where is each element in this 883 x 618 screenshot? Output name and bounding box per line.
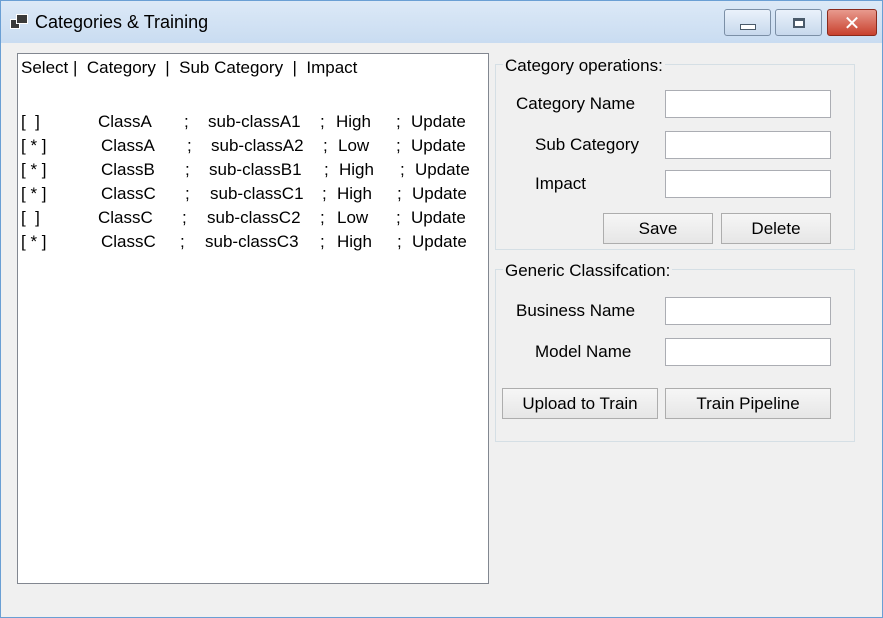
- generic-classification-legend: Generic Classifcation:: [503, 261, 673, 281]
- upload-to-train-button[interactable]: Upload to Train: [502, 388, 658, 419]
- row-update[interactable]: Update: [412, 232, 467, 252]
- row-category: ClassA: [98, 112, 152, 131]
- row-separator: ;: [396, 112, 401, 131]
- row-separator: ;: [397, 232, 402, 251]
- row-separator: ;: [185, 184, 190, 203]
- row-separator: ;: [397, 184, 402, 203]
- row-sub-category: sub-classA2: [211, 136, 304, 155]
- row-category: ClassC: [101, 184, 156, 203]
- row-separator: ;: [185, 160, 190, 179]
- impact-label: Impact: [535, 174, 587, 193]
- sub-category-label: Sub Category: [535, 135, 639, 154]
- maximize-button[interactable]: [775, 9, 822, 36]
- row-select[interactable]: [ * ]: [21, 136, 47, 156]
- maximize-icon: [792, 17, 805, 28]
- row-impact: High: [339, 160, 374, 179]
- sub-category-input[interactable]: [665, 131, 831, 159]
- business-name-input[interactable]: [665, 297, 831, 325]
- row-sub-category: sub-classC1: [210, 184, 304, 203]
- row-impact: High: [337, 184, 372, 203]
- row-update[interactable]: Update: [415, 160, 470, 180]
- row-separator: ;: [320, 208, 325, 227]
- minimize-icon: [739, 23, 756, 30]
- save-button[interactable]: Save: [603, 213, 713, 244]
- row-impact: Low: [337, 208, 369, 227]
- close-icon: ✕: [843, 10, 861, 35]
- window-title: Categories & Training: [35, 12, 209, 32]
- category-name-label: Category Name: [516, 94, 636, 113]
- row-separator: ;: [180, 232, 185, 251]
- row-impact: High: [336, 112, 371, 131]
- row-update[interactable]: Update: [411, 208, 466, 228]
- row-separator: ;: [400, 160, 405, 179]
- row-update[interactable]: Update: [411, 136, 466, 156]
- row-update[interactable]: Update: [411, 112, 466, 132]
- row-select[interactable]: [ * ]: [21, 184, 47, 204]
- row-select[interactable]: [ ]: [21, 112, 40, 132]
- row-category: ClassA: [101, 136, 155, 155]
- row-separator: ;: [323, 136, 328, 155]
- row-sub-category: sub-classA1: [208, 112, 301, 131]
- row-select[interactable]: [ * ]: [21, 232, 47, 252]
- row-separator: ;: [184, 112, 189, 131]
- list-header: Select | Category | Sub Category | Impac…: [21, 58, 358, 77]
- business-name-label: Business Name: [516, 301, 636, 320]
- row-select[interactable]: [ * ]: [21, 160, 47, 180]
- train-pipeline-button[interactable]: Train Pipeline: [665, 388, 831, 419]
- row-separator: ;: [396, 136, 401, 155]
- row-impact: High: [337, 232, 372, 251]
- row-sub-category: sub-classC3: [205, 232, 299, 251]
- row-select[interactable]: [ ]: [21, 208, 40, 228]
- title-bar[interactable]: Categories & Training ✕: [1, 1, 882, 43]
- category-name-input[interactable]: [665, 90, 831, 118]
- row-separator: ;: [182, 208, 187, 227]
- category-listbox[interactable]: Select | Category | Sub Category | Impac…: [17, 53, 489, 584]
- row-sub-category: sub-classC2: [207, 208, 301, 227]
- main-window: Categories & Training ✕ Select | Categor…: [0, 0, 883, 618]
- app-window-icon: [10, 14, 28, 30]
- row-separator: ;: [396, 208, 401, 227]
- row-category: ClassC: [101, 232, 156, 251]
- category-operations-legend: Category operations:: [503, 56, 665, 76]
- row-category: ClassC: [98, 208, 153, 227]
- row-sub-category: sub-classB1: [209, 160, 302, 179]
- row-separator: ;: [320, 112, 325, 131]
- row-category: ClassB: [101, 160, 155, 179]
- row-separator: ;: [322, 184, 327, 203]
- impact-input[interactable]: [665, 170, 831, 198]
- model-name-input[interactable]: [665, 338, 831, 366]
- delete-button[interactable]: Delete: [721, 213, 831, 244]
- row-impact: Low: [338, 136, 370, 155]
- row-separator: ;: [187, 136, 192, 155]
- minimize-button[interactable]: [724, 9, 771, 36]
- close-button[interactable]: ✕: [827, 9, 877, 36]
- model-name-label: Model Name: [535, 342, 632, 361]
- row-update[interactable]: Update: [412, 184, 467, 204]
- row-separator: ;: [320, 232, 325, 251]
- row-separator: ;: [324, 160, 329, 179]
